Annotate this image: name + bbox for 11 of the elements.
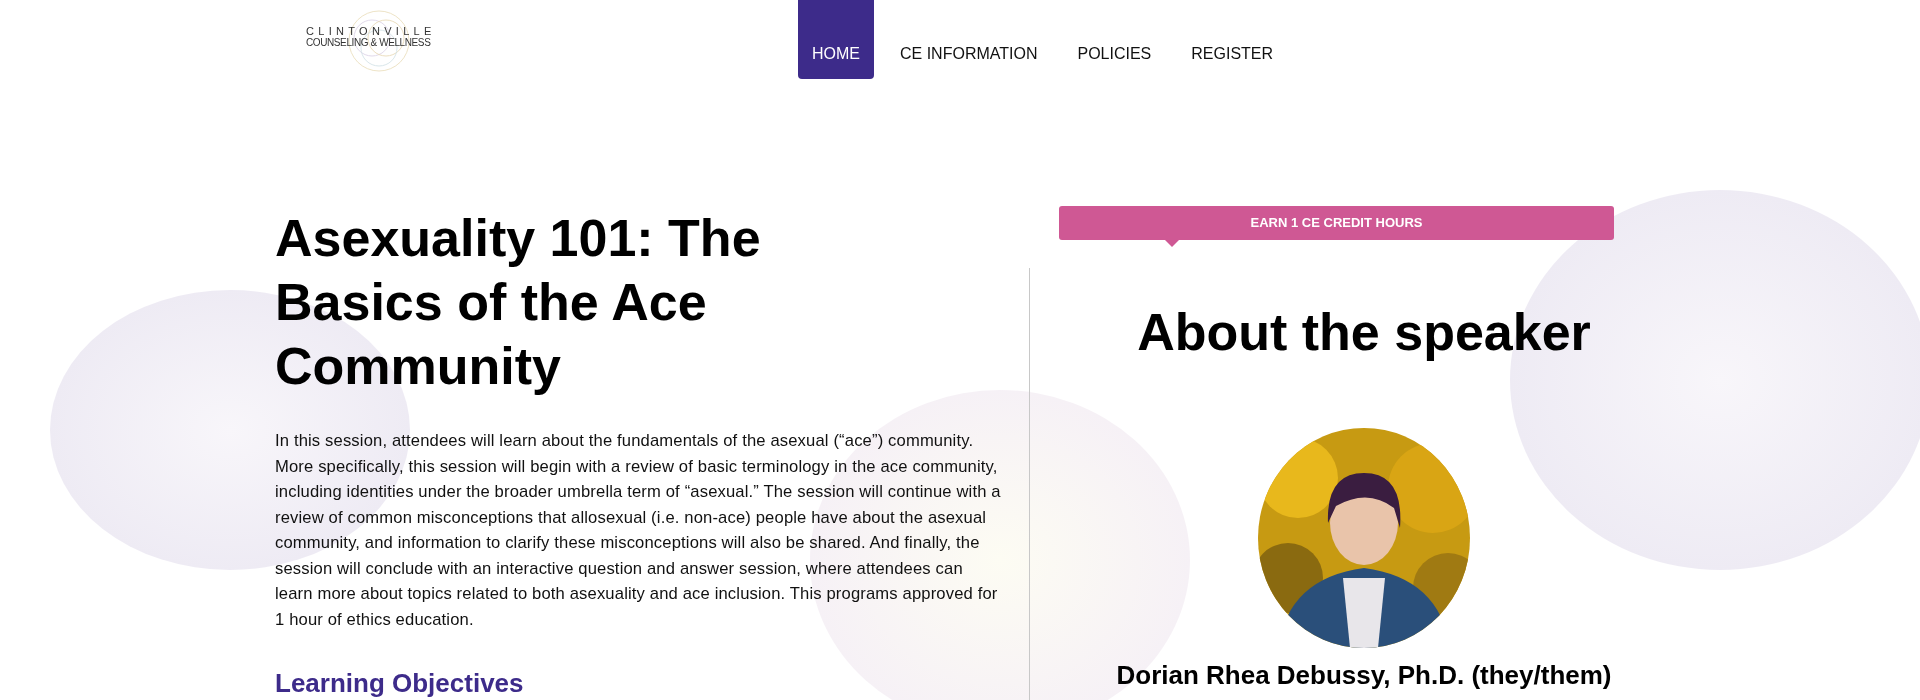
speaker-name: Dorian Rhea Debussy, Ph.D. (they/them) (1115, 660, 1613, 690)
nav-link[interactable]: POLICIES (1063, 0, 1166, 79)
logo-text: CLINTONVILLE (306, 26, 436, 37)
page-title: Asexuality 101: The Basics of the Ace Community (275, 208, 762, 397)
nav-link[interactable]: REGISTER (1177, 0, 1288, 79)
section-heading: Learning Objectives (275, 668, 525, 700)
logo-text: COUNSELING & WELLNESS (306, 38, 431, 48)
banner-pointer (1164, 239, 1180, 247)
nav-link[interactable]: CE INFORMATION (886, 0, 1052, 79)
description-paragraph: In this session, attendees will learn about the fundamentals of the asexual (“ace”) community. More specifically, this session will begin with a review of basic terminology in the ace community, including identities under the broader umbrella term of “asexual.” The session will continue with a review of common misconceptions that allosexual (i.e. non-ace) people have about the asexual community, and information to clarify these misconceptions will also be shared. And finally, the session will conclude with an interactive question and answer session, where attendees can learn more about topics related to both asexuality and ace inclusion. This programs approved for 1 hour of ethics education. (275, 430, 1001, 631)
nav-link[interactable]: HOME (798, 0, 874, 79)
